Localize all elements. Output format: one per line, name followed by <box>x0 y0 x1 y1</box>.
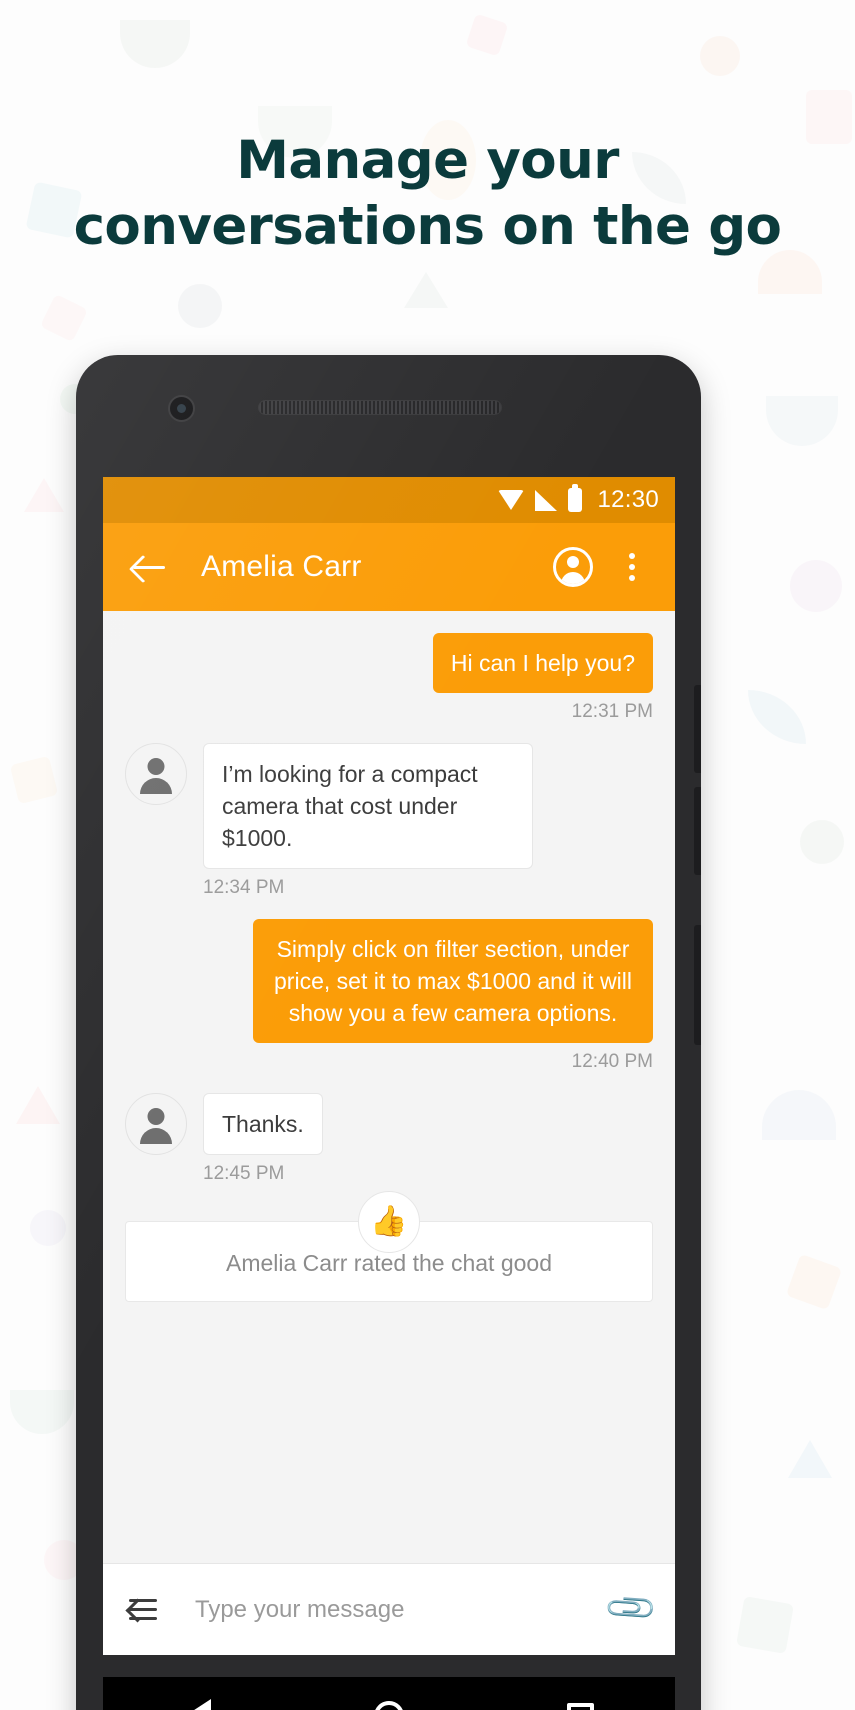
wifi-icon <box>498 490 525 510</box>
decor-shape <box>790 560 842 612</box>
kebab-menu-icon[interactable] <box>617 547 647 587</box>
decor-shape <box>404 272 448 308</box>
message-bubble: Hi can I help you? <box>432 633 653 693</box>
back-arrow-icon[interactable] <box>131 547 171 587</box>
message-timestamp: 12:34 PM <box>203 877 285 898</box>
decor-shape <box>9 755 59 805</box>
status-bar: 12:30 <box>103 477 675 523</box>
message-bubble: I’m looking for a compact camera that co… <box>203 743 533 869</box>
decor-shape <box>30 1210 66 1246</box>
phone-mockup: 12:30 Amelia Carr Hi can I help you? 12:… <box>76 355 701 1710</box>
decor-shape <box>700 36 740 76</box>
message-row-outgoing: Hi can I help you? <box>125 633 653 693</box>
decor-shape <box>16 1086 60 1124</box>
decor-shape <box>800 820 844 864</box>
message-input[interactable]: Type your message <box>195 1596 611 1624</box>
decor-shape <box>748 690 806 744</box>
decor-shape <box>736 1596 794 1654</box>
promo-screenshot: Manage your conversations on the go 12:3… <box>0 0 855 1710</box>
thumbs-up-icon: 👍 <box>358 1191 420 1253</box>
decor-shape <box>24 478 64 512</box>
message-timestamp: 12:45 PM <box>203 1163 285 1184</box>
decor-shape <box>762 1090 836 1140</box>
decor-shape <box>788 1440 832 1478</box>
app-bar: Amelia Carr <box>103 523 675 611</box>
message-row-incoming: I’m looking for a compact camera that co… <box>125 743 653 869</box>
message-bubble: Simply click on filter section, under pr… <box>253 919 653 1043</box>
nav-recent-apps-icon[interactable] <box>566 1702 594 1710</box>
battery-icon <box>568 484 583 512</box>
nav-home-icon[interactable] <box>373 1701 404 1710</box>
decor-shape <box>766 396 838 446</box>
headline-line-1: Manage your <box>236 130 619 191</box>
status-bar-time: 12:30 <box>597 486 659 513</box>
keyboard-hide-icon[interactable] <box>129 1595 169 1625</box>
volume-down-button[interactable] <box>694 787 701 875</box>
nav-back-icon[interactable] <box>184 1699 211 1710</box>
decor-shape <box>785 1253 843 1311</box>
android-navigation-bar <box>103 1677 675 1710</box>
headline-line-2: conversations on the go <box>73 196 782 257</box>
message-row-incoming: Thanks. <box>125 1093 653 1155</box>
decor-shape <box>39 293 89 343</box>
phone-screen: 12:30 Amelia Carr Hi can I help you? 12:… <box>103 477 675 1655</box>
paperclip-icon[interactable]: 📎 <box>603 1580 660 1637</box>
message-list[interactable]: Hi can I help you? 12:31 PM I’m looking … <box>103 611 675 1563</box>
message-bubble: Thanks. <box>203 1093 323 1155</box>
power-button[interactable] <box>694 925 701 1045</box>
message-timestamp: 12:31 PM <box>571 701 653 722</box>
volume-up-button[interactable] <box>694 685 701 773</box>
conversation-title: Amelia Carr <box>201 550 362 583</box>
person-circle-icon[interactable] <box>553 547 593 587</box>
decor-shape <box>120 20 190 68</box>
avatar <box>125 743 187 805</box>
page-title: Manage your conversations on the go <box>0 128 855 260</box>
message-input-bar: Type your message 📎 <box>103 1563 675 1655</box>
message-timestamp: 12:40 PM <box>571 1051 653 1072</box>
avatar <box>125 1093 187 1155</box>
decor-shape <box>178 284 222 328</box>
front-camera-icon <box>168 395 195 422</box>
decor-shape <box>10 1390 74 1434</box>
earpiece-speaker <box>258 400 502 415</box>
signal-icon <box>535 489 558 511</box>
message-row-outgoing: Simply click on filter section, under pr… <box>125 919 653 1043</box>
chat-rating: 👍 Amelia Carr rated the chat good <box>125 1191 653 1302</box>
decor-shape <box>465 13 509 57</box>
